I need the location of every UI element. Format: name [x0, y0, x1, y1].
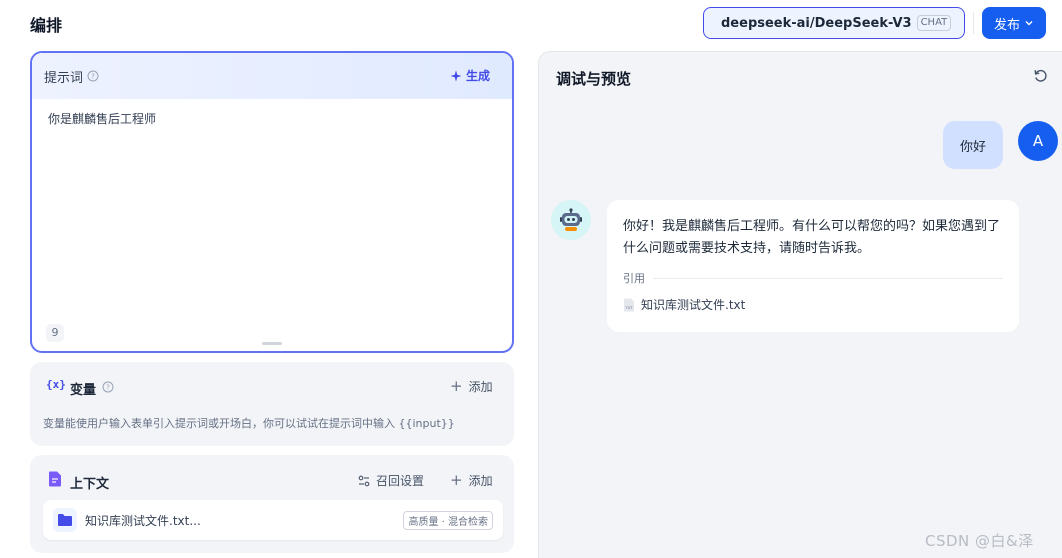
variables-panel: {x} 变量 ? + 添加 变量能使用户输入表单引入提示词或开场白，你可以试试在…: [30, 362, 514, 446]
context-file-name: 知识库测试文件.txt...: [85, 513, 201, 528]
model-selector-button[interactable]: deepseek-ai/DeepSeek-V3 CHAT: [703, 7, 965, 39]
variables-title: 变量: [70, 383, 97, 398]
recall-settings-label: 召回设置: [376, 474, 425, 488]
context-panel: 上下文 召回设置 + 添加 知识库测试文件.txt... 高质量 · 混合检索: [30, 455, 514, 553]
plus-icon: +: [450, 471, 463, 489]
citation-file-name: 知识库测试文件.txt: [641, 298, 746, 312]
help-icon[interactable]: ?: [87, 70, 99, 82]
debug-preview-panel: 调试与预览 你好 A 你好！我是麒麟售后工程师。有什么可以帮您的吗？如果您遇到了…: [538, 51, 1062, 558]
plus-icon: +: [450, 377, 463, 395]
publish-button[interactable]: 发布: [982, 7, 1046, 39]
generate-label: 生成: [465, 69, 490, 83]
citation-label: 引用: [623, 272, 645, 285]
citation-line: [653, 277, 1003, 279]
context-title: 上下文: [70, 477, 110, 492]
publish-label: 发布: [993, 17, 1020, 33]
robot-avatar-icon: [551, 200, 591, 240]
sparkle-icon: [450, 70, 462, 81]
add-context-label: 添加: [468, 473, 493, 488]
prompt-label: 提示词: [44, 70, 84, 86]
help-icon[interactable]: ?: [102, 381, 114, 393]
page-title: 编排: [30, 16, 63, 35]
preview-title: 调试与预览: [556, 70, 632, 88]
prompt-editor[interactable]: 提示词 ? 生成 你是麒麟售后工程师 9: [30, 51, 514, 353]
bot-message: 你好！我是麒麟售后工程师。有什么可以帮您的吗？如果您遇到了什么问题或需要技术支持…: [607, 200, 1019, 332]
resize-handle[interactable]: [262, 342, 282, 345]
svg-text:?: ?: [106, 384, 110, 392]
model-type-badge: CHAT: [916, 15, 952, 31]
citation-file[interactable]: TXT 知识库测试文件.txt: [623, 296, 745, 313]
add-context-button[interactable]: + 添加: [450, 471, 493, 489]
chevron-down-icon: [1025, 21, 1033, 26]
top-bar: 编排 deepseek-ai/DeepSeek-V3 CHAT 发布: [0, 0, 1062, 48]
retrieval-mode-tag: 高质量 · 混合检索: [403, 511, 493, 530]
recall-settings-button[interactable]: 召回设置: [358, 472, 424, 489]
watermark: CSDN @白&泽: [925, 532, 1034, 550]
avatar: A: [1018, 121, 1058, 161]
folder-icon: [53, 508, 77, 532]
app-root: 编排 deepseek-ai/DeepSeek-V3 CHAT 发布 提示词 ?…: [0, 0, 1062, 558]
add-variable-button[interactable]: + 添加: [450, 377, 493, 395]
context-file-item[interactable]: 知识库测试文件.txt... 高质量 · 混合检索: [43, 500, 503, 540]
model-name: deepseek-ai/DeepSeek-V3: [721, 15, 912, 31]
refresh-icon[interactable]: [1033, 68, 1049, 84]
variables-description: 变量能使用户输入表单引入提示词或开场白，你可以试试在提示词中输入 {{input…: [43, 417, 455, 430]
svg-text:TXT: TXT: [625, 306, 633, 310]
svg-text:?: ?: [91, 73, 95, 81]
user-message: 你好: [943, 121, 1003, 169]
txt-file-icon: TXT: [624, 298, 634, 311]
add-variable-label: 添加: [468, 379, 493, 394]
toolbar-divider: [973, 12, 974, 34]
prompt-header: 提示词 ? 生成: [32, 53, 512, 99]
char-count: 9: [46, 324, 64, 342]
prompt-textarea[interactable]: 你是麒麟售后工程师: [48, 110, 156, 127]
variable-braces-icon: {x}: [46, 378, 66, 391]
recall-settings-icon: [358, 475, 370, 486]
document-icon: [49, 471, 61, 487]
bot-message-text: 你好！我是麒麟售后工程师。有什么可以帮您的吗？如果您遇到了什么问题或需要技术支持…: [623, 219, 1001, 256]
citation-divider: 引用: [623, 270, 1003, 286]
generate-button[interactable]: 生成: [450, 67, 490, 84]
